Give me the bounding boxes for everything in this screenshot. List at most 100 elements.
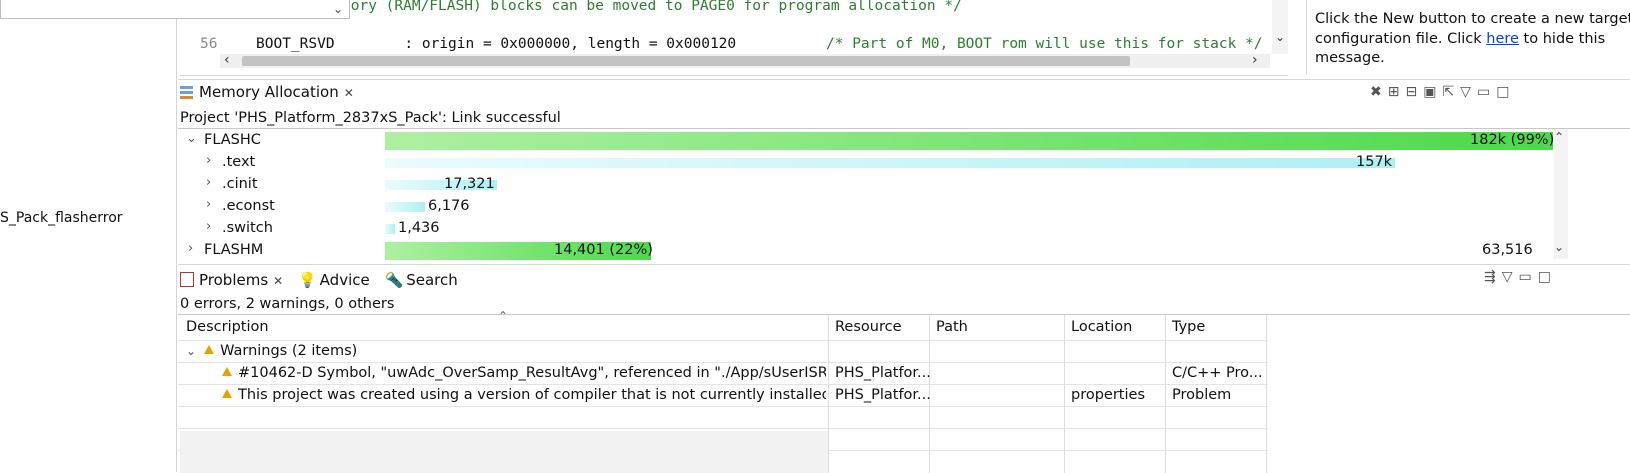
code-comment: /* Part of M0, BOOT rom will use this fo… — [826, 36, 1263, 52]
remove-icon[interactable]: ✖ — [1370, 84, 1388, 100]
usage-label: 6,176 — [428, 198, 470, 214]
usage-bar — [385, 132, 1553, 150]
sort-ascending-icon: ⌃ — [498, 309, 509, 323]
table-row[interactable]: This project was created using a version… — [222, 387, 826, 403]
column-location[interactable]: Location — [1071, 319, 1132, 335]
explorer-combo-box[interactable]: ⌄ — [0, 0, 350, 19]
scroll-right-icon[interactable]: › — [1252, 52, 1258, 68]
minimize-icon[interactable]: ▭ — [1519, 269, 1538, 285]
problem-resource: PHS_Platfor... — [835, 387, 931, 403]
column-path[interactable]: Path — [936, 319, 968, 335]
close-icon[interactable]: ✕ — [273, 274, 283, 288]
row-divider — [178, 384, 1268, 385]
scroll-left-icon[interactable]: ‹ — [224, 52, 230, 68]
section-name: .cinit — [222, 176, 258, 192]
tab-label: Search — [406, 271, 458, 289]
memory-row-flashc[interactable]: ⌄ FLASHC 182k (99%) — [178, 130, 1554, 152]
problem-resource: PHS_Platfor... — [835, 365, 931, 381]
warnings-group-row[interactable]: ⌄ Warnings (2 items) — [186, 343, 357, 359]
warning-icon — [222, 389, 232, 398]
code-comment-line: mory (RAM/FLASH) blocks can be moved to … — [342, 0, 962, 14]
export-icon[interactable]: ⇱ — [1442, 84, 1460, 100]
memory-row-text[interactable]: › .text 157k — [178, 152, 1554, 174]
memory-name: FLASHC — [204, 132, 261, 148]
section-name: .switch — [222, 220, 273, 236]
usage-label: 157k — [1356, 154, 1393, 170]
memory-row-flashm[interactable]: › FLASHM 14,401 (22%) 63,516 — [178, 240, 1554, 262]
problem-description: #10462-D Symbol, "uwAdc_OverSamp_ResultA… — [238, 365, 826, 381]
tab-search[interactable]: 🔦 Search — [385, 271, 458, 289]
table-row[interactable]: #10462-D Symbol, "uwAdc_OverSamp_ResultA… — [222, 365, 826, 381]
divider — [178, 128, 1630, 129]
lightbulb-icon: 💡 — [297, 271, 317, 289]
minimize-icon[interactable]: ▭ — [1477, 84, 1496, 100]
warning-icon — [222, 367, 232, 376]
problems-toolbar: ⇶▽▭□ — [1484, 269, 1557, 285]
divider — [178, 314, 1630, 315]
scroll-up-icon[interactable]: ⌃ — [1554, 130, 1564, 144]
tab-memory-allocation[interactable]: Memory Allocation ✕ — [180, 83, 354, 107]
tab-advice[interactable]: 💡 Advice — [298, 271, 370, 289]
problems-view: Problems ✕ 💡 Advice 🔦 Search ⇶▽▭□ 0 errors,… — [178, 264, 1630, 473]
chevron-down-icon[interactable]: ⌄ — [331, 0, 345, 18]
usage-label: 182k (99%) — [1470, 132, 1555, 148]
chevron-right-icon[interactable]: › — [188, 241, 193, 256]
problem-description: This project was created using a version… — [238, 387, 826, 403]
tab-label: Memory Allocation — [199, 83, 339, 101]
row-divider — [178, 340, 1268, 341]
scroll-down-icon[interactable]: ⌄ — [1554, 240, 1564, 254]
explorer-tree-item[interactable]: S_Pack_flasherror — [0, 210, 123, 226]
chevron-right-icon[interactable]: › — [206, 197, 211, 212]
section-name: .econst — [222, 198, 275, 214]
empty-row-area — [180, 431, 828, 473]
chevron-right-icon[interactable]: › — [206, 175, 211, 190]
usage-bar — [385, 202, 425, 212]
memory-row-econst[interactable]: › .econst 6,176 — [178, 196, 1554, 218]
filter-icon[interactable]: ⇶ — [1484, 269, 1502, 285]
usage-label: 1,436 — [398, 220, 440, 236]
tab-problems[interactable]: Problems ✕ — [180, 271, 283, 289]
tab-label: Advice — [319, 271, 370, 289]
expand-all-icon[interactable]: ⊞ — [1388, 84, 1406, 100]
close-icon[interactable]: ✕ — [344, 86, 354, 100]
warning-icon — [204, 345, 215, 354]
problems-summary: 0 errors, 2 warnings, 0 others — [180, 296, 395, 312]
problems-icon — [180, 272, 194, 287]
memory-name: FLASHM — [204, 242, 264, 258]
section-name: .text — [222, 154, 256, 170]
chevron-right-icon[interactable]: › — [206, 153, 211, 168]
search-icon: 🔦 — [384, 271, 404, 289]
usage-bar — [385, 224, 395, 234]
column-description[interactable]: Description — [186, 319, 269, 335]
memory-row-switch[interactable]: › .switch 1,436 — [178, 218, 1554, 240]
line-number: 56 — [200, 36, 218, 52]
chevron-right-icon[interactable]: › — [206, 219, 211, 234]
row-divider — [178, 362, 1268, 363]
row-divider — [178, 428, 1268, 429]
problems-tab-bar: Problems ✕ 💡 Advice 🔦 Search — [180, 271, 468, 289]
memory-allocation-view: Memory Allocation ✕ ✖⊞⊟▣⇱▽▭□ Project 'PHS… — [178, 79, 1630, 262]
column-type[interactable]: Type — [1172, 319, 1205, 335]
chevron-down-icon[interactable]: ⌄ — [186, 131, 197, 146]
chevron-down-icon[interactable]: ⌄ — [186, 344, 196, 358]
problem-type: C/C++ Pro... — [1172, 365, 1263, 381]
usage-bar — [385, 158, 1395, 168]
scrollbar-thumb[interactable] — [242, 56, 1130, 66]
row-divider — [178, 406, 1268, 407]
column-resource[interactable]: Resource — [835, 319, 902, 335]
editor-vertical-scrollbar[interactable] — [1272, 0, 1288, 54]
new-folder-icon[interactable]: ▣ — [1423, 84, 1442, 100]
hide-message-link[interactable]: here — [1486, 31, 1519, 47]
memory-row-cinit[interactable]: › .cinit 17,321 — [178, 174, 1554, 196]
collapse-all-icon[interactable]: ⊟ — [1405, 84, 1423, 100]
usage-label: 14,401 (22%) — [554, 242, 653, 258]
view-menu-icon[interactable]: ▽ — [1502, 269, 1519, 285]
maximize-icon[interactable]: □ — [1538, 269, 1557, 285]
group-label: Warnings (2 items) — [220, 343, 358, 359]
link-status: Project 'PHS_Platform_2837xS_Pack': Link… — [180, 110, 561, 126]
view-menu-icon[interactable]: ▽ — [1460, 84, 1477, 100]
tab-label: Problems — [199, 271, 269, 289]
memory-toolbar: ✖⊞⊟▣⇱▽▭□ — [1370, 84, 1515, 100]
maximize-icon[interactable]: □ — [1496, 84, 1515, 100]
scroll-down-icon[interactable]: ⌄ — [1272, 30, 1288, 44]
